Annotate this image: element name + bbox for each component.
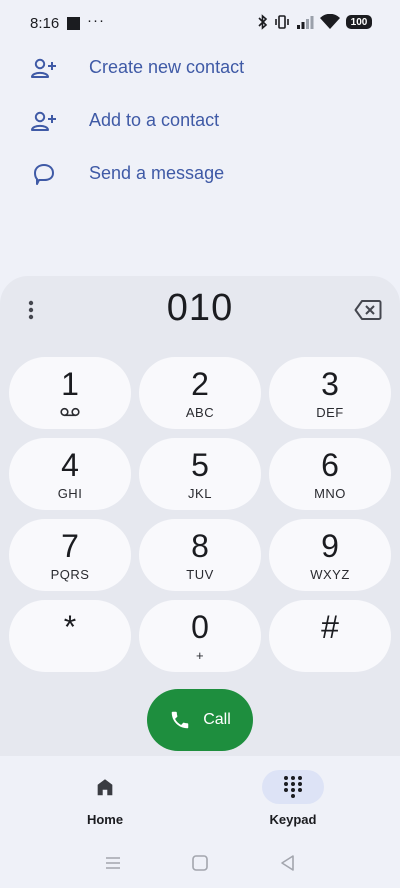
- key-8[interactable]: 8 TUV: [139, 519, 261, 591]
- key-5[interactable]: 5 JKL: [139, 438, 261, 510]
- dialpad-icon: [284, 776, 302, 798]
- key-hash[interactable]: #: [269, 600, 391, 672]
- key-letters: +: [195, 648, 205, 663]
- battery-icon: 100: [346, 15, 372, 29]
- notification-icon: [67, 17, 80, 30]
- key-digit: 9: [321, 528, 339, 564]
- person-add-icon: [31, 58, 56, 78]
- nav-keypad-label: Keypad: [269, 812, 317, 827]
- nav-home[interactable]: Home: [45, 770, 165, 827]
- vibrate-icon: [275, 15, 289, 29]
- key-digit: #: [321, 609, 339, 645]
- key-digit: *: [63, 609, 77, 645]
- more-notifications-icon: ···: [87, 12, 105, 29]
- key-letters: ABC: [185, 405, 215, 420]
- nav-keypad-pill: [262, 770, 324, 804]
- wifi-icon: [320, 14, 340, 29]
- quick-actions: Create new contact Add to a contact Send…: [0, 42, 400, 201]
- action-label: Send a message: [89, 163, 225, 183]
- signal-icon: [297, 16, 314, 29]
- dialer-panel: 010: [0, 276, 400, 756]
- recents-icon[interactable]: [103, 853, 123, 873]
- key-digit: 7: [61, 528, 79, 564]
- bottom-navigation: Home Keypad: [0, 760, 400, 840]
- key-7[interactable]: 7 PQRS: [9, 519, 131, 591]
- action-label: Add to a contact: [89, 110, 220, 130]
- key-digit: 2: [191, 366, 209, 402]
- key-letters: TUV: [186, 567, 214, 582]
- key-star[interactable]: *: [9, 600, 131, 672]
- person-add-icon: [31, 111, 56, 131]
- action-label: Create new contact: [89, 57, 245, 77]
- backspace-icon[interactable]: [354, 299, 382, 321]
- key-2[interactable]: 2 ABC: [139, 357, 261, 429]
- status-bar: 8:16 ··· 100: [0, 0, 400, 48]
- key-digit: 3: [321, 366, 339, 402]
- nav-home-pill: [74, 770, 136, 804]
- key-digit: 1: [61, 366, 79, 402]
- nav-home-label: Home: [86, 812, 124, 827]
- key-6[interactable]: 6 MNO: [269, 438, 391, 510]
- home-icon: [97, 779, 113, 796]
- key-digit: 4: [61, 447, 79, 483]
- system-navigation-bar: [0, 845, 400, 881]
- nav-keypad[interactable]: Keypad: [233, 770, 353, 827]
- voicemail-icon: [60, 407, 80, 417]
- phone-icon: [171, 711, 189, 729]
- key-3[interactable]: 3 DEF: [269, 357, 391, 429]
- key-9[interactable]: 9 WXYZ: [269, 519, 391, 591]
- message-icon: [34, 164, 54, 185]
- key-0[interactable]: 0 +: [139, 600, 261, 672]
- key-digit: 0: [191, 609, 209, 645]
- home-button-icon[interactable]: [190, 853, 210, 873]
- add-to-contact-action[interactable]: Add to a contact: [0, 95, 400, 148]
- key-letters: GHI: [57, 486, 83, 501]
- call-label: Call: [203, 711, 231, 728]
- create-new-contact-action[interactable]: Create new contact: [0, 42, 400, 95]
- key-4[interactable]: 4 GHI: [9, 438, 131, 510]
- key-letters: JKL: [188, 486, 212, 501]
- send-message-action[interactable]: Send a message: [0, 148, 400, 201]
- key-letters: PQRS: [50, 567, 90, 582]
- bluetooth-icon: [258, 14, 268, 30]
- key-letters: WXYZ: [310, 567, 350, 582]
- key-letters: DEF: [316, 405, 344, 420]
- status-time: 8:16: [30, 15, 60, 32]
- key-letters: MNO: [314, 486, 346, 501]
- dialed-number[interactable]: 010: [0, 287, 400, 330]
- key-1[interactable]: 1: [9, 357, 131, 429]
- call-button[interactable]: Call: [147, 689, 253, 751]
- key-digit: 8: [191, 528, 209, 564]
- back-icon[interactable]: [278, 853, 298, 873]
- key-digit: 6: [321, 447, 339, 483]
- status-icons: 100: [258, 14, 372, 30]
- key-digit: 5: [191, 447, 209, 483]
